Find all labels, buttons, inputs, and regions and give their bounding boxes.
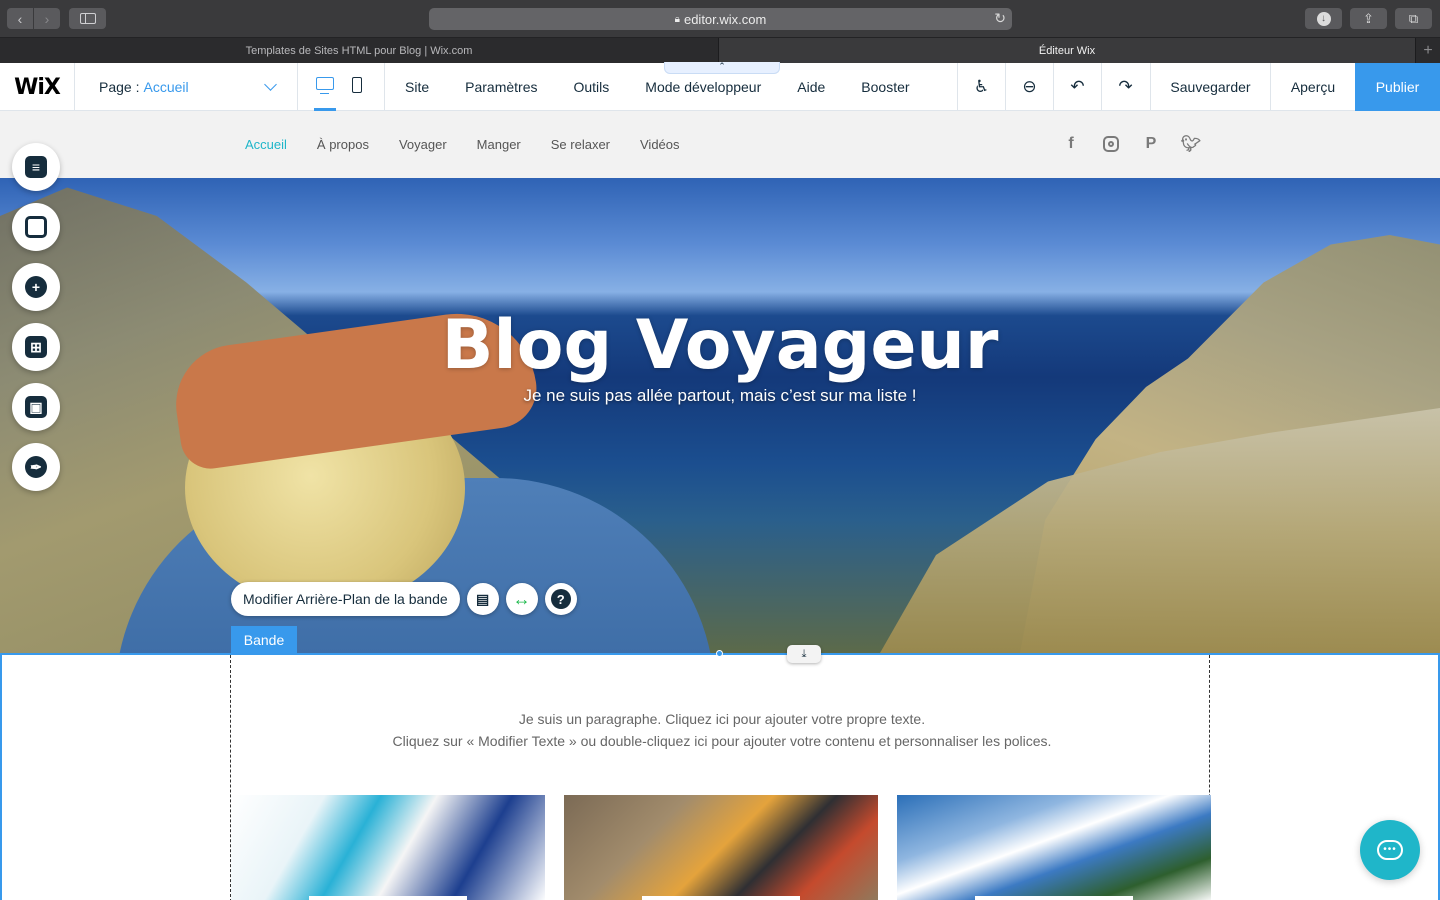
site-nav-home[interactable]: Accueil: [245, 137, 287, 152]
blog-button[interactable]: ✒︎: [12, 443, 60, 491]
gallery-card-food[interactable]: [564, 795, 878, 900]
save-button[interactable]: Sauvegarder: [1150, 63, 1270, 111]
apps-button[interactable]: ⊞: [12, 323, 60, 371]
editor-top-bar: WiX Page : Accueil ⌃ Site Paramètres Out…: [0, 62, 1440, 111]
facebook-icon[interactable]: f: [1060, 133, 1082, 155]
paragraph-line: Je suis un paragraphe. Cliquez ici pour …: [518, 711, 926, 727]
browser-tab-active[interactable]: Éditeur Wix: [719, 38, 1416, 63]
url-text: editor.wix.com: [683, 11, 767, 27]
resize-handle[interactable]: [716, 650, 723, 657]
current-page-name: Accueil: [143, 79, 189, 95]
pages-menu-button[interactable]: ≡: [12, 143, 60, 191]
media-icon: ▣: [25, 396, 47, 418]
card-caption-box: [642, 896, 800, 900]
site-header: Accueil À propos Voyager Manger Se relax…: [0, 111, 1440, 178]
anchor-down-icon[interactable]: ⤓: [787, 645, 821, 663]
menu-site[interactable]: Site: [405, 79, 429, 95]
hero-subtitle[interactable]: Je ne suis pas allée partout, mais c’est…: [0, 386, 1440, 406]
pages-icon: ≡: [25, 156, 47, 178]
hero-title[interactable]: Blog Voyageur: [0, 306, 1440, 385]
forward-arrow-icon[interactable]: ›: [34, 8, 60, 29]
mobile-icon[interactable]: [352, 77, 362, 93]
card-caption-box: [309, 896, 467, 900]
new-tab-icon[interactable]: +: [1416, 38, 1440, 63]
gallery-card-travel[interactable]: [231, 795, 545, 900]
browser-tab-bar: Templates de Sites HTML pour Blog | Wix.…: [0, 38, 1440, 63]
instagram-icon[interactable]: [1100, 133, 1122, 155]
layout-icon[interactable]: ▤: [466, 583, 499, 615]
stretch-icon[interactable]: ↔: [505, 583, 538, 615]
apps-icon: ⊞: [25, 336, 47, 358]
lock-icon: 🔒︎: [674, 13, 680, 25]
zoom-out-icon[interactable]: ⊖: [1005, 63, 1053, 111]
strip-label: Bande: [231, 626, 297, 653]
chat-button[interactable]: •••: [1360, 820, 1420, 880]
site-nav-about[interactable]: À propos: [317, 137, 369, 152]
chevron-down-icon: [264, 78, 277, 91]
downloads-icon[interactable]: ↓: [1305, 8, 1342, 29]
browser-tab[interactable]: Templates de Sites HTML pour Blog | Wix.…: [0, 38, 719, 63]
undo-icon[interactable]: ↶: [1053, 63, 1101, 111]
page-prefix: Page :: [99, 79, 140, 95]
publish-button[interactable]: Publier: [1355, 63, 1440, 111]
page-selector[interactable]: Page : Accueil: [75, 63, 298, 111]
twitter-icon[interactable]: 🐦︎: [1180, 133, 1202, 155]
gallery-card-relax[interactable]: [897, 795, 1211, 900]
site-nav-travel[interactable]: Voyager: [399, 137, 447, 152]
menu-help[interactable]: Aide: [797, 79, 825, 95]
pen-nib-icon: ✒︎: [25, 456, 47, 478]
add-button[interactable]: +: [12, 263, 60, 311]
desktop-icon[interactable]: [316, 77, 334, 94]
wix-logo[interactable]: WiX: [0, 63, 75, 111]
browser-toolbar: ‹ › 🔒︎ editor.wix.com ↻ ↓ ⇪ ⧉: [0, 0, 1440, 38]
reload-icon[interactable]: ↻: [994, 10, 1006, 27]
menu-booster[interactable]: Booster: [861, 79, 909, 95]
accessibility-icon[interactable]: ♿︎: [957, 63, 1005, 111]
strip-toolbar: Modifier Arrière-Plan de la bande ▤ ↔ ?: [231, 582, 577, 616]
background-button[interactable]: [12, 203, 60, 251]
site-nav-eat[interactable]: Manger: [477, 137, 521, 152]
share-icon[interactable]: ⇪: [1350, 8, 1387, 29]
address-bar[interactable]: 🔒︎ editor.wix.com ↻: [429, 8, 1012, 30]
tab-title: Templates de Sites HTML pour Blog | Wix.…: [245, 44, 473, 57]
card-caption-box: [975, 896, 1133, 900]
sidebar-toggle-icon[interactable]: [69, 8, 106, 29]
back-arrow-icon[interactable]: ‹: [7, 8, 33, 29]
redo-icon[interactable]: ↷: [1101, 63, 1149, 111]
tab-title: Éditeur Wix: [1038, 44, 1096, 57]
device-switcher: [298, 63, 385, 111]
menu-tools[interactable]: Outils: [573, 79, 609, 95]
content-section[interactable]: ⤓ Je suis un paragraphe. Cliquez ici pou…: [0, 645, 1440, 900]
change-strip-background-button[interactable]: Modifier Arrière-Plan de la bande: [231, 582, 460, 616]
add-icon: +: [25, 276, 47, 298]
menu-dev-mode[interactable]: Mode développeur: [645, 79, 761, 95]
media-button[interactable]: ▣: [12, 383, 60, 431]
chat-icon: •••: [1377, 840, 1403, 860]
social-bar: f P 🐦︎: [1060, 133, 1220, 155]
editor-tools: ♿︎ ⊖ ↶ ↷: [957, 63, 1149, 111]
pinterest-icon[interactable]: P: [1140, 133, 1162, 155]
editor-menu: Site Paramètres Outils Mode développeur …: [405, 63, 946, 111]
site-nav: Accueil À propos Voyager Manger Se relax…: [245, 111, 710, 178]
menu-settings[interactable]: Paramètres: [465, 79, 537, 95]
background-icon: [25, 216, 47, 238]
preview-button[interactable]: Aperçu: [1270, 63, 1355, 111]
history-nav: ‹ ›: [7, 8, 60, 29]
site-nav-videos[interactable]: Vidéos: [640, 137, 680, 152]
tabs-overview-icon[interactable]: ⧉: [1395, 8, 1432, 29]
help-icon[interactable]: ?: [544, 583, 577, 615]
site-nav-relax[interactable]: Se relaxer: [551, 137, 610, 152]
paragraph-text[interactable]: Je suis un paragraphe. Cliquez ici pour …: [232, 708, 1212, 752]
hero-strip[interactable]: Blog Voyageur Je ne suis pas allée parto…: [0, 178, 1440, 653]
paragraph-line: Cliquez sur « Modifier Texte » ou double…: [392, 733, 1052, 749]
